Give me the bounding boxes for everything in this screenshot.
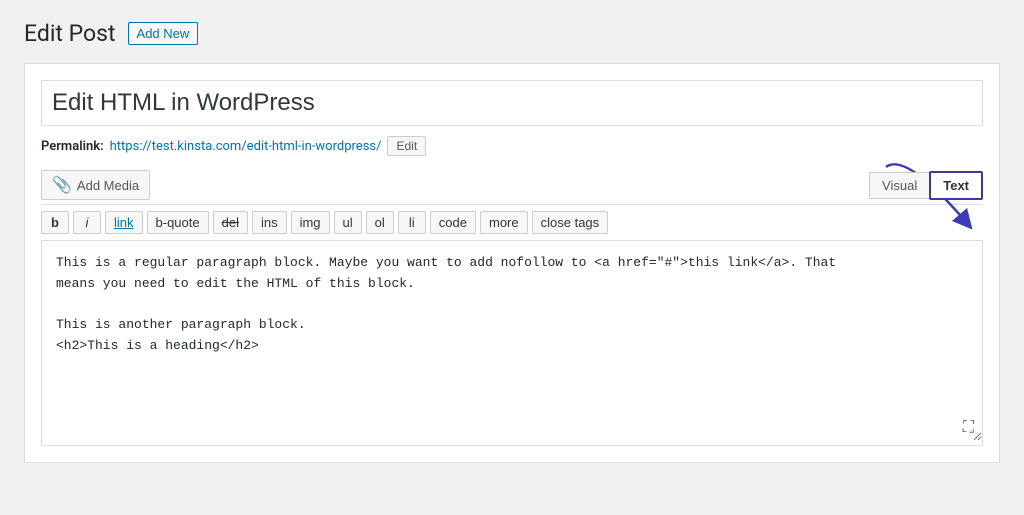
- expand-icon[interactable]: ⛶: [963, 417, 974, 437]
- format-link-button[interactable]: link: [105, 211, 143, 234]
- post-title-input[interactable]: [41, 80, 983, 126]
- format-bar: b i link b-quote del ins img ul ol li co…: [41, 204, 983, 241]
- format-close-tags-button[interactable]: close tags: [532, 211, 609, 234]
- page-header: Edit Post Add New: [24, 20, 1000, 47]
- format-bold-button[interactable]: b: [41, 211, 69, 234]
- editor-textarea[interactable]: This is a regular paragraph block. Maybe…: [42, 241, 982, 441]
- view-tabs: Visual Text: [869, 171, 983, 200]
- permalink-label: Permalink:: [41, 139, 104, 154]
- format-code-button[interactable]: code: [430, 211, 476, 234]
- format-li-button[interactable]: li: [398, 211, 426, 234]
- permalink-link[interactable]: https://test.kinsta.com/edit-html-in-wor…: [110, 139, 382, 154]
- format-more-button[interactable]: more: [480, 211, 528, 234]
- add-new-button[interactable]: Add New: [128, 22, 199, 45]
- format-bquote-button[interactable]: b-quote: [147, 211, 209, 234]
- format-italic-button[interactable]: i: [73, 211, 101, 234]
- page-title: Edit Post: [24, 20, 116, 47]
- add-media-label: Add Media: [77, 178, 139, 193]
- edit-permalink-button[interactable]: Edit: [387, 136, 426, 156]
- format-ins-button[interactable]: ins: [252, 211, 287, 234]
- format-ol-button[interactable]: ol: [366, 211, 394, 234]
- editor-area-wrapper: This is a regular paragraph block. Maybe…: [41, 241, 983, 446]
- tab-visual[interactable]: Visual: [869, 172, 929, 199]
- add-media-button[interactable]: 📎 Add Media: [41, 170, 150, 200]
- permalink-row: Permalink: https://test.kinsta.com/edit-…: [41, 136, 983, 156]
- toolbar-row: 📎 Add Media Visual Text: [41, 170, 983, 200]
- format-ul-button[interactable]: ul: [334, 211, 362, 234]
- media-icon: 📎: [52, 175, 72, 195]
- format-del-button[interactable]: del: [213, 211, 248, 234]
- tab-text[interactable]: Text: [929, 171, 983, 200]
- editor-container: Permalink: https://test.kinsta.com/edit-…: [24, 63, 1000, 463]
- format-img-button[interactable]: img: [291, 211, 330, 234]
